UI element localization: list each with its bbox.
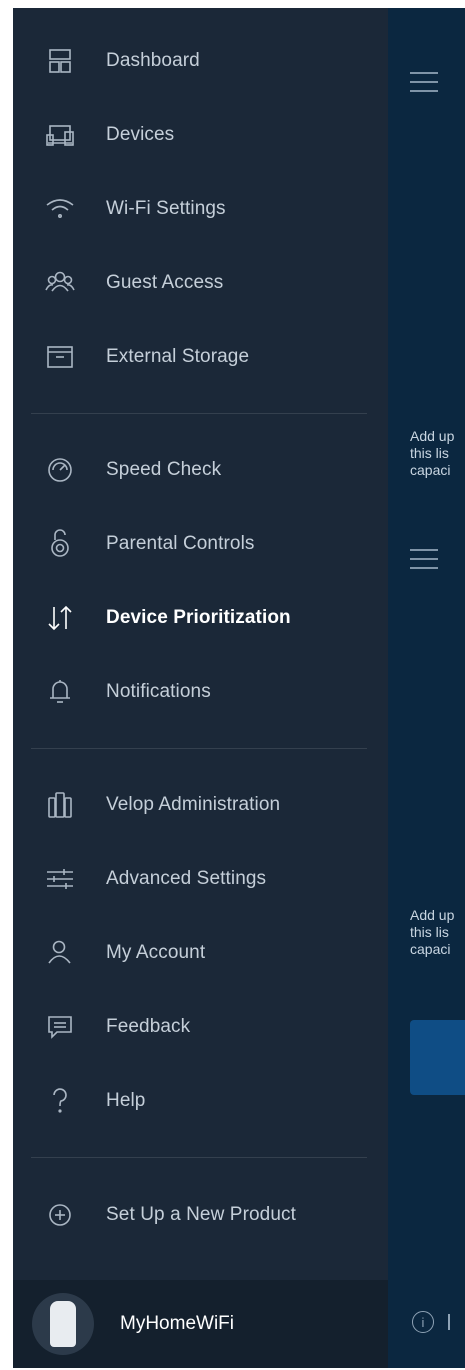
plus-circle-icon xyxy=(42,1197,78,1233)
network-footer[interactable]: MyHomeWiFi xyxy=(13,1280,388,1368)
background-text: Add up this lis capaci xyxy=(410,907,465,958)
sliders-icon xyxy=(42,861,78,897)
storage-box-icon xyxy=(42,339,78,375)
menu-item-speed-check[interactable]: Speed Check xyxy=(13,440,388,500)
menu-item-label: Dashboard xyxy=(106,50,200,71)
menu-item-label: Velop Administration xyxy=(106,794,281,815)
info-icon[interactable]: i xyxy=(412,1311,434,1333)
menu-item-external-storage[interactable]: External Storage xyxy=(13,327,388,387)
menu-item-notifications[interactable]: Notifications xyxy=(13,662,388,722)
velop-node-icon xyxy=(50,1301,76,1347)
menu-item-label: External Storage xyxy=(106,346,250,367)
info-text-fragment xyxy=(448,1314,450,1330)
menu-divider xyxy=(31,413,367,414)
menu-item-feedback[interactable]: Feedback xyxy=(13,997,388,1057)
lock-icon xyxy=(42,526,78,562)
menu-item-label: Guest Access xyxy=(106,272,224,293)
menu-item-devices[interactable]: Devices xyxy=(13,105,388,165)
background-text-line: Add up xyxy=(410,907,455,923)
menu-item-label: Speed Check xyxy=(106,459,222,480)
background-text-line: this lis xyxy=(410,924,449,940)
menu-divider xyxy=(31,1157,367,1158)
chat-bubble-icon xyxy=(42,1009,78,1045)
bell-icon xyxy=(42,674,78,710)
devices-icon xyxy=(42,117,78,153)
menu-item-label: Advanced Settings xyxy=(106,868,267,889)
background-text-line: capaci xyxy=(410,462,451,478)
priority-arrows-icon xyxy=(42,600,78,636)
menu-item-advanced-settings[interactable]: Advanced Settings xyxy=(13,849,388,909)
menu-item-label: Notifications xyxy=(106,681,211,702)
phone-screen: Add up this lis capaci Add up this lis c… xyxy=(13,8,465,1368)
navigation-drawer: Dashboard Devices Wi-Fi Settings Guest A… xyxy=(13,8,388,1368)
menu-item-label: Wi-Fi Settings xyxy=(106,198,226,219)
primary-button[interactable] xyxy=(410,1020,465,1095)
dashboard-icon xyxy=(42,43,78,79)
background-text: Add up this lis capaci xyxy=(410,428,465,479)
guest-users-icon xyxy=(42,265,78,301)
menu-divider xyxy=(31,748,367,749)
menu-item-wifi-settings[interactable]: Wi-Fi Settings xyxy=(13,179,388,239)
speedometer-icon xyxy=(42,452,78,488)
hamburger-menu-icon[interactable] xyxy=(410,72,438,99)
menu-item-guest-access[interactable]: Guest Access xyxy=(13,253,388,313)
network-name: MyHomeWiFi xyxy=(120,1313,234,1334)
menu-item-label: Set Up a New Product xyxy=(106,1204,296,1225)
hamburger-menu-icon[interactable] xyxy=(410,549,438,576)
question-icon xyxy=(42,1083,78,1119)
menu-item-label: Feedback xyxy=(106,1016,191,1037)
menu-item-dashboard[interactable]: Dashboard xyxy=(13,31,388,91)
menu-item-label: My Account xyxy=(106,942,206,963)
menu-item-my-account[interactable]: My Account xyxy=(13,923,388,983)
menu-item-label: Help xyxy=(106,1090,146,1111)
menu-item-set-up-new-product[interactable]: Set Up a New Product xyxy=(13,1185,388,1245)
background-text-line: capaci xyxy=(410,941,451,957)
menu-item-help[interactable]: Help xyxy=(13,1071,388,1131)
background-screen: Add up this lis capaci Add up this lis c… xyxy=(388,8,465,1368)
velop-nodes-icon xyxy=(42,787,78,823)
velop-node-avatar xyxy=(32,1293,94,1355)
menu-item-label: Devices xyxy=(106,124,175,145)
menu-item-velop-administration[interactable]: Velop Administration xyxy=(13,775,388,835)
menu-item-label: Device Prioritization xyxy=(106,607,291,628)
wifi-icon xyxy=(42,191,78,227)
user-icon xyxy=(42,935,78,971)
menu-item-parental-controls[interactable]: Parental Controls xyxy=(13,514,388,574)
background-text-line: Add up xyxy=(410,428,455,444)
menu-item-label: Parental Controls xyxy=(106,533,255,554)
menu-item-device-prioritization[interactable]: Device Prioritization xyxy=(13,588,388,648)
background-text-line: this lis xyxy=(410,445,449,461)
